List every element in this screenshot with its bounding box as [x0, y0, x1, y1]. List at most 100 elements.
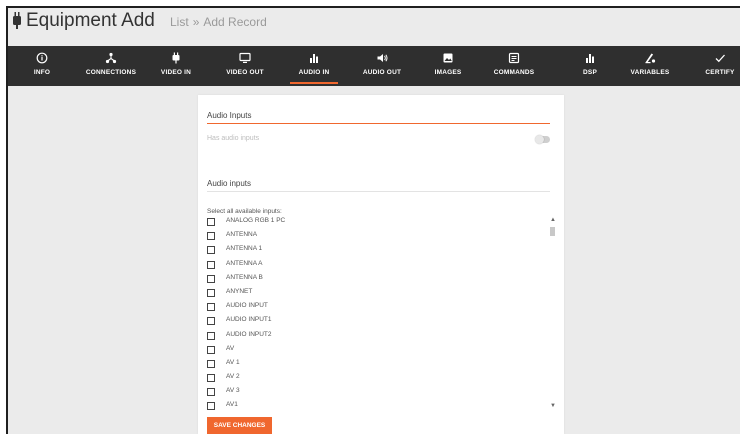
tab-audio-out[interactable]: AUDIO OUT [354, 46, 410, 86]
input-label: AV1 [226, 401, 238, 409]
list-scrollbar[interactable]: ▲ ▼ [550, 217, 556, 409]
tab-label: COMMANDS [493, 69, 535, 76]
tab-label: DSP [583, 69, 597, 76]
page-title: Equipment Add [26, 10, 155, 31]
input-checkbox[interactable] [207, 345, 215, 354]
scroll-up-icon[interactable]: ▲ [550, 217, 556, 223]
input-label: AV 2 [226, 373, 240, 381]
variables-icon [645, 53, 656, 64]
input-label: ANALOG RGB 1 PC [226, 217, 286, 224]
input-label: AV 1 [226, 358, 240, 366]
connections-icon [105, 52, 117, 64]
input-checkbox[interactable] [207, 331, 215, 340]
list-item[interactable]: ANTENNA B [207, 273, 550, 287]
input-label: AUDIO INPUT2 [226, 330, 272, 338]
inputs-title: Audio inputs [207, 179, 252, 188]
list-item[interactable]: ANYNET [207, 287, 550, 301]
input-checkbox[interactable] [207, 232, 215, 241]
main-content: Audio Inputs Has audio inputs Audio inpu… [8, 86, 740, 434]
input-checkbox[interactable] [207, 303, 215, 312]
page-header: Equipment Add List» Add Record [8, 8, 740, 46]
save-changes-button[interactable]: SAVE CHANGES [207, 417, 272, 434]
list-item[interactable]: AV [207, 344, 550, 358]
tab-dsp[interactable]: DSP [572, 46, 608, 86]
input-checkbox[interactable] [207, 218, 215, 226]
input-checkbox[interactable] [207, 388, 215, 397]
input-checkbox[interactable] [207, 359, 215, 368]
input-label: AV [226, 344, 235, 352]
tab-label: VIDEO IN [160, 69, 192, 76]
image-icon [443, 53, 453, 63]
select-inputs-label: Select all available inputs: [207, 208, 282, 215]
list-item[interactable]: AV 1 [207, 358, 550, 372]
plug-icon [13, 12, 21, 29]
input-label: ANTENNA [226, 231, 258, 239]
tab-label: IMAGES [434, 69, 462, 76]
input-checkbox[interactable] [207, 246, 215, 255]
active-tab-indicator [290, 82, 338, 84]
plug-icon [172, 52, 180, 64]
list-item[interactable]: AV 3 [207, 386, 550, 400]
audio-bars-icon [310, 54, 318, 63]
input-label: AUDIO INPUT1 [226, 316, 272, 324]
tab-images[interactable]: IMAGES [426, 46, 470, 86]
input-label: ANTENNA B [226, 273, 263, 281]
scrollbar-thumb[interactable] [550, 227, 555, 236]
input-checkbox[interactable] [207, 274, 215, 283]
tab-label: INFO [33, 69, 51, 76]
list-item[interactable]: ANTENNA A [207, 259, 550, 273]
breadcrumb-separator: » [192, 15, 200, 29]
tab-label: CONNECTIONS [85, 69, 137, 76]
breadcrumb-current: Add Record [203, 15, 267, 29]
list-item[interactable]: ANTENNA 1 [207, 244, 550, 258]
section-title: Audio Inputs [207, 111, 252, 120]
tab-connections[interactable]: CONNECTIONS [81, 46, 141, 86]
breadcrumb: List» Add Record [170, 15, 267, 29]
input-checkbox[interactable] [207, 288, 215, 297]
list-item[interactable]: AUDIO INPUT2 [207, 330, 550, 344]
input-label: ANYNET [226, 287, 253, 295]
list-item[interactable]: AV 2 [207, 372, 550, 386]
tab-info[interactable]: INFO [25, 46, 59, 86]
tab-bar: INFO CONNECTIONS VIDEO IN VIDEO OUT AUDI… [8, 46, 740, 86]
list-item[interactable]: ANTENNA [207, 230, 550, 244]
has-audio-inputs-label: Has audio inputs [207, 135, 260, 142]
tab-label: AUDIO OUT [362, 69, 402, 76]
tab-commands[interactable]: COMMANDS [482, 46, 546, 86]
audio-inputs-list[interactable]: ANALOG RGB 1 PC ANTENNA ANTENNA 1 ANTENN… [207, 216, 550, 410]
tab-label: CERTIFY [705, 69, 735, 76]
input-label: ANTENNA 1 [226, 245, 263, 253]
info-icon [36, 52, 48, 64]
tab-label: AUDIO IN [298, 69, 330, 76]
dsp-bars-icon [586, 54, 594, 63]
commands-icon [508, 52, 520, 64]
tab-label: VIDEO OUT [226, 69, 264, 76]
tab-video-out[interactable]: VIDEO OUT [220, 46, 270, 86]
monitor-icon [239, 52, 251, 63]
tab-audio-in[interactable]: AUDIO IN [284, 46, 344, 86]
audio-inputs-card: Audio Inputs Has audio inputs Audio inpu… [198, 95, 564, 434]
inputs-divider [207, 191, 550, 192]
input-label: AUDIO INPUT [226, 302, 268, 310]
list-item[interactable]: ANALOG RGB 1 PC [207, 216, 550, 230]
input-checkbox[interactable] [207, 260, 215, 269]
scroll-down-icon[interactable]: ▼ [550, 403, 556, 409]
tab-video-in[interactable]: VIDEO IN [156, 46, 196, 86]
check-icon [715, 54, 725, 63]
toggle-knob [535, 135, 544, 144]
speaker-icon [377, 54, 388, 62]
tab-variables[interactable]: VARIABLES [622, 46, 678, 86]
section-divider [207, 123, 550, 124]
breadcrumb-list-link[interactable]: List [170, 15, 189, 29]
input-checkbox[interactable] [207, 402, 215, 410]
list-item[interactable]: AUDIO INPUT1 [207, 315, 550, 329]
list-item[interactable]: AV1 [207, 400, 550, 410]
input-checkbox[interactable] [207, 317, 215, 326]
list-item[interactable]: AUDIO INPUT [207, 301, 550, 315]
input-label: ANTENNA A [226, 259, 263, 267]
has-audio-inputs-toggle[interactable] [535, 135, 550, 144]
input-label: AV 3 [226, 387, 240, 395]
input-checkbox[interactable] [207, 374, 215, 383]
tab-certify[interactable]: CERTIFY [700, 46, 740, 86]
tab-label: VARIABLES [630, 69, 670, 76]
